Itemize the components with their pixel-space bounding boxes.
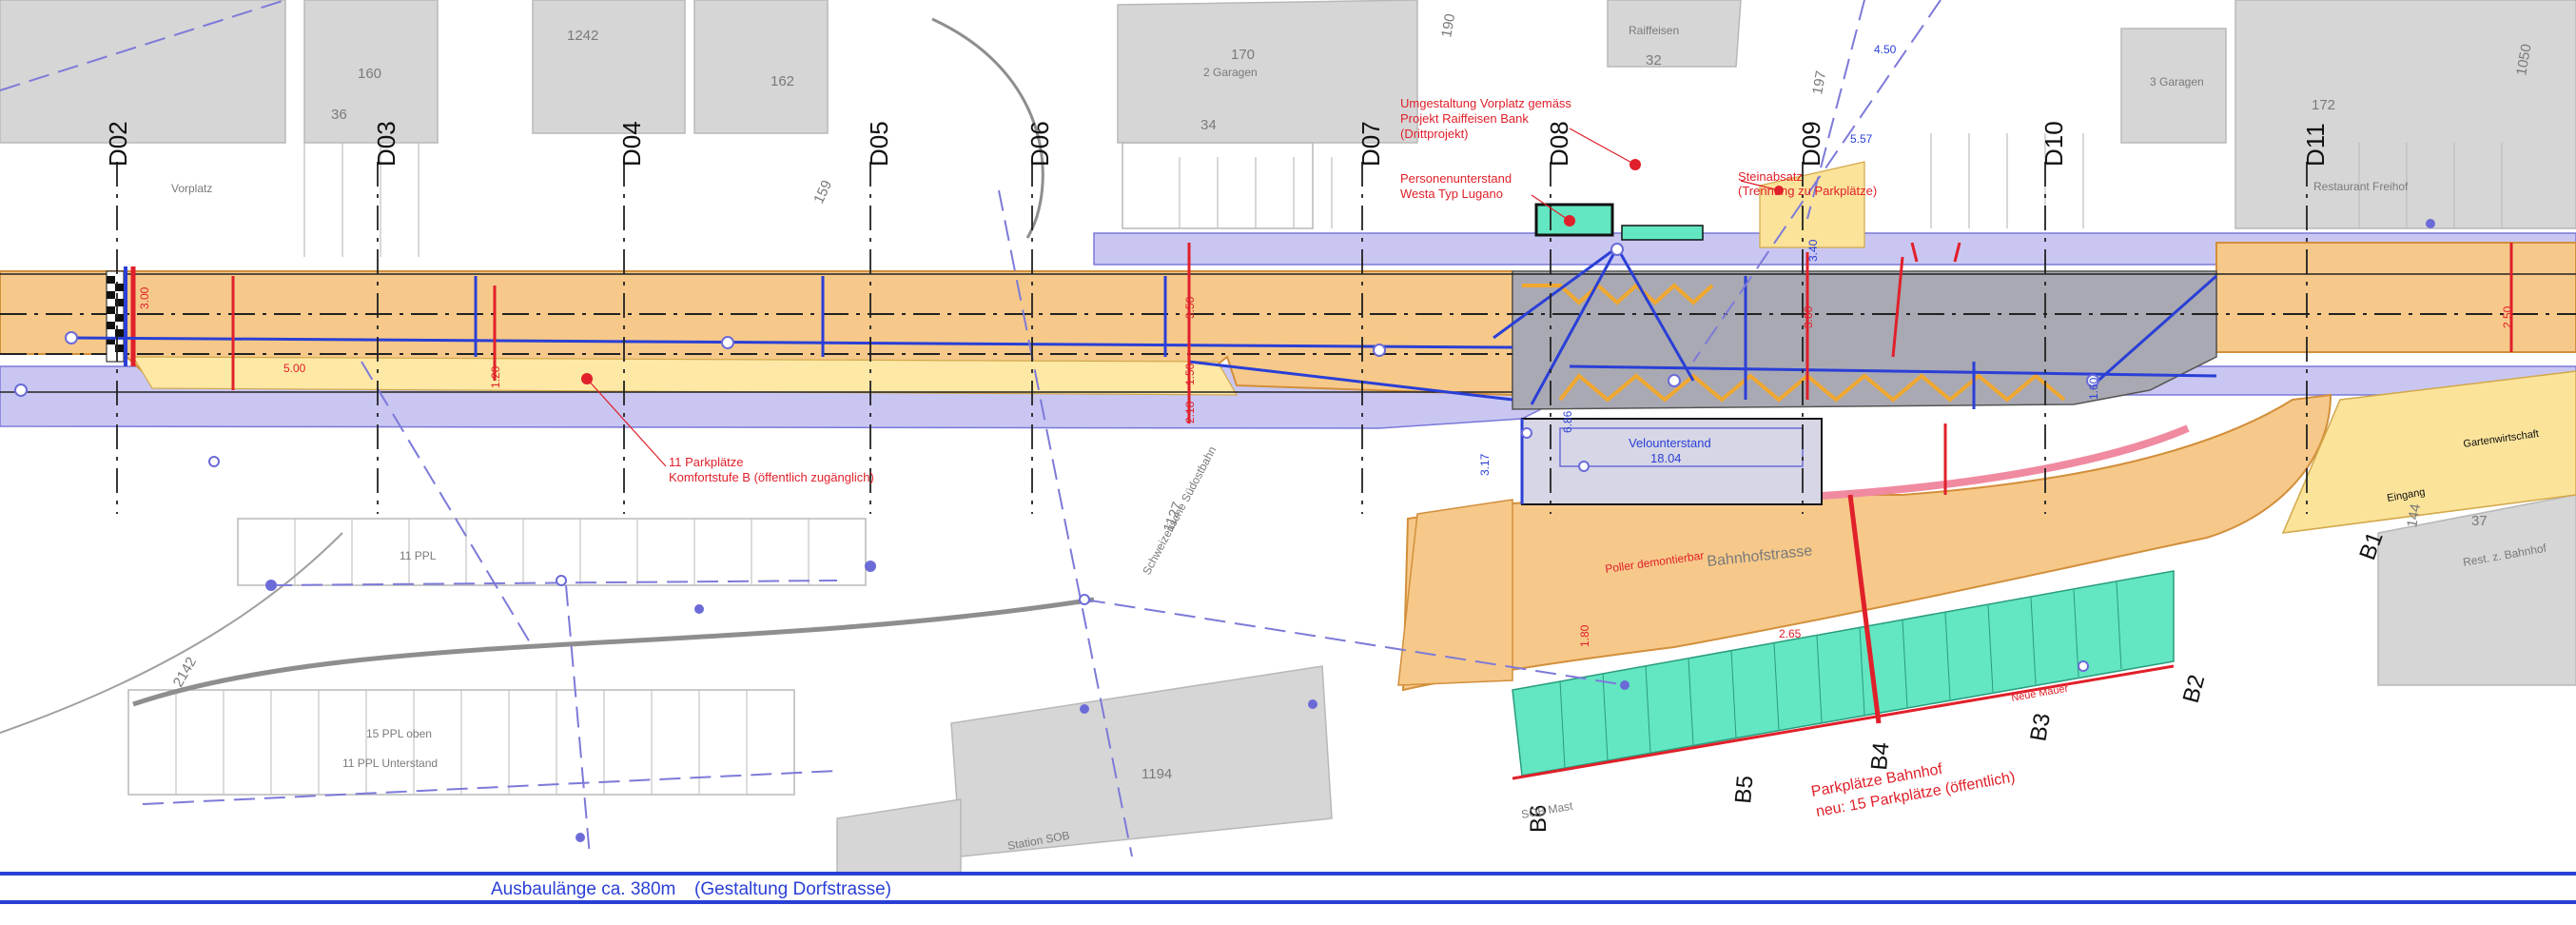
section-label: D09 xyxy=(1797,121,1825,167)
place-label: Raiffeisen xyxy=(1629,24,1679,37)
note-line: (Drittprojekt) xyxy=(1400,127,1469,141)
site-plan: D02 D03 D04 D05 D06 D07 D08 D09 D10 D11 … xyxy=(0,0,2576,925)
bay-label: B3 xyxy=(2025,711,2056,743)
parcel-number: 170 xyxy=(1231,47,1255,63)
place-label: 11 PPL xyxy=(400,549,437,562)
road-east xyxy=(2215,242,2576,353)
parcel-number: 197 xyxy=(1809,69,1829,96)
dimension-label: 1.50 xyxy=(1183,363,1197,385)
place-label: 15 PPL oben xyxy=(366,727,432,740)
dimension-label: 2.50 xyxy=(2501,305,2514,328)
bay-label: B2 xyxy=(2178,672,2211,705)
parcel-number: 1194 xyxy=(1142,766,1172,782)
section-label: D06 xyxy=(1025,121,1054,167)
dimension-label: 2.18 xyxy=(1183,401,1197,423)
building xyxy=(836,798,962,876)
footer-design: (Gestaltung Dorfstrasse) xyxy=(694,879,891,899)
dimension-label: 5.00 xyxy=(283,362,306,375)
place-label: 2 Garagen xyxy=(1203,66,1258,79)
parcel-number: 160 xyxy=(358,66,381,82)
section-label: D03 xyxy=(372,121,400,167)
dimension-label: 6.86 xyxy=(1561,410,1574,433)
dimension-label: 3.00 xyxy=(138,286,151,309)
place-label: 3 Garagen xyxy=(2150,75,2204,89)
place-label: Restaurant Freihof xyxy=(2313,180,2409,193)
parcel-number: 190 xyxy=(1438,12,1458,39)
dimension-label: 3.50 xyxy=(1183,296,1197,319)
building xyxy=(532,0,686,134)
section-label: D02 xyxy=(104,121,132,167)
parcel-number: 34 xyxy=(1200,117,1217,133)
parcel-number: 1242 xyxy=(567,28,598,44)
note-line: Komfortstufe B (öffentlich zugänglich) xyxy=(669,470,874,484)
parking-dividers xyxy=(175,519,810,795)
place-label: Vorplatz xyxy=(171,182,212,195)
bench-box xyxy=(1621,225,1704,241)
note-line: (Trennung zu Parkplätze) xyxy=(1738,184,1877,198)
parcel-number: 162 xyxy=(771,73,794,89)
dimension-label: 3.17 xyxy=(1478,453,1492,476)
note-personenunterstand: Personenunterstand Westa Typ Lugano xyxy=(1400,171,1512,201)
parcel-number: 36 xyxy=(331,107,347,123)
dimension-label: 2.65 xyxy=(1779,627,1802,640)
velounterstand-code: 18.04 xyxy=(1650,451,1682,465)
section-label: D08 xyxy=(1545,121,1573,167)
dimension-label: 1.20 xyxy=(489,365,502,388)
dimension-label: 1.60 xyxy=(2087,377,2100,400)
note-line: 11 Parkplätze xyxy=(669,455,744,469)
note-line: Umgestaltung Vorplatz gemäss xyxy=(1400,96,1571,110)
parcel-number: 172 xyxy=(2312,97,2335,113)
bay-label: B5 xyxy=(1730,775,1758,805)
note-line: Steinabsatz xyxy=(1738,169,1803,184)
note-line: Westa Typ Lugano xyxy=(1400,187,1503,201)
building xyxy=(0,0,286,144)
section-label: D07 xyxy=(1356,121,1385,167)
dimension-label: 4.50 xyxy=(1874,43,1897,56)
rail-curve xyxy=(132,597,1095,707)
dimension-label: 1.80 xyxy=(1578,624,1591,647)
dimension-label: 3.00 xyxy=(1802,305,1815,328)
dimension-label: 3.40 xyxy=(1806,239,1820,262)
section-label: D05 xyxy=(865,121,893,167)
building xyxy=(693,0,829,134)
note-parkplaetze-11: 11 Parkplätze Komfortstufe B (öffentlich… xyxy=(669,455,874,484)
bay-label: B4 xyxy=(1866,741,1894,772)
parcel-number: 32 xyxy=(1646,52,1662,69)
footer-length: Ausbaulänge ca. 380m xyxy=(491,879,675,899)
place-label: 11 PPL Unterstand xyxy=(342,757,438,770)
note-line: Projekt Raiffeisen Bank xyxy=(1400,111,1529,126)
note-parkplaetze-bahnhof: Parkplätze Bahnhof neu: 15 Parkplätze (ö… xyxy=(1810,761,2017,820)
dimension-label: 5.57 xyxy=(1850,132,1873,146)
velounterstand-label: Velounterstand xyxy=(1629,436,1711,450)
rail-curve-2 xyxy=(0,532,343,734)
parcel-number: 159 xyxy=(810,178,835,207)
section-label: D04 xyxy=(617,121,646,167)
section-label: D11 xyxy=(2301,123,2330,167)
note-line: Personenunterstand xyxy=(1400,171,1512,186)
footer-band xyxy=(0,872,2576,925)
building xyxy=(2234,0,2576,229)
building xyxy=(950,665,1333,857)
section-label: D10 xyxy=(2039,121,2068,167)
parcel-number: 37 xyxy=(2471,513,2488,529)
